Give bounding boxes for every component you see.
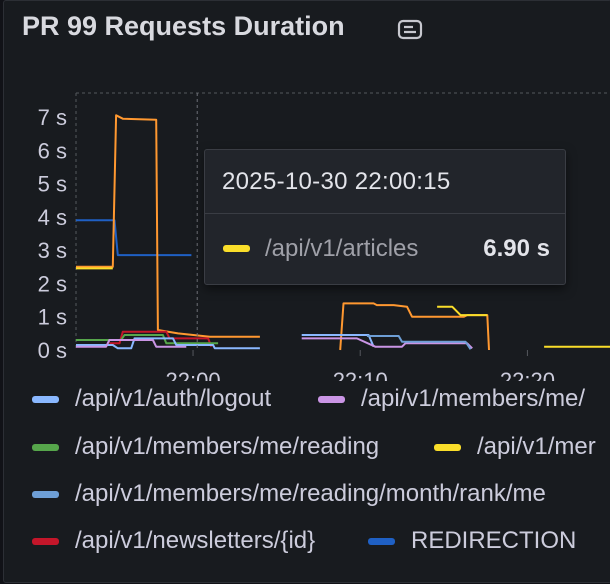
legend-swatch <box>434 443 461 451</box>
y-tick-label: 6 s <box>38 138 67 163</box>
tooltip-series-swatch <box>223 245 250 252</box>
legend-swatch <box>32 443 59 451</box>
y-tick-label: 1 s <box>38 305 67 330</box>
y-tick-label: 7 s <box>38 105 67 130</box>
legend-item[interactable]: /api/v1/members/me/reading <box>32 433 379 461</box>
legend-label: REDIRECTION <box>411 527 577 554</box>
legend-swatch <box>32 490 59 498</box>
y-tick-label: 2 s <box>38 271 67 296</box>
series-line-0 <box>76 219 192 257</box>
legend-item[interactable]: /api/v1/mer <box>434 433 596 461</box>
hover-tooltip: 2025-10-30 22:00:15 /api/v1/articles 6.9… <box>204 149 566 285</box>
tooltip-timestamp: 2025-10-30 22:00:15 <box>222 168 451 195</box>
y-tick-label: 0 s <box>38 338 67 363</box>
legend-item[interactable]: /api/v1/auth/logout <box>32 385 271 413</box>
tooltip-series-value: 6.90 s <box>483 235 550 262</box>
chart-panel: PR 99 Requests Duration 0 s1 s2 s3 s4 s5… <box>3 0 610 583</box>
legend-label: /api/v1/auth/logout <box>75 385 272 412</box>
legend-item[interactable]: /api/v1/newsletters/{id} <box>32 527 315 555</box>
legend-item[interactable]: REDIRECTION <box>368 527 576 555</box>
y-tick-label: 3 s <box>38 238 67 263</box>
x-tick-label: 22:00 <box>166 368 221 381</box>
chart-legend: /api/v1/auth/logout/api/v1/members/me/ /a… <box>4 381 610 581</box>
x-tick-label: 22:20 <box>500 368 555 381</box>
legend-item[interactable]: /api/v1/members/me/ <box>318 385 585 413</box>
series-line-6 <box>76 337 473 350</box>
legend-swatch <box>368 537 395 545</box>
legend-label: /api/v1/members/me/reading/month/rank/me <box>75 480 546 507</box>
legend-label: /api/v1/members/me/ <box>361 385 586 412</box>
x-tick-label: 22:10 <box>333 368 388 381</box>
legend-label: /api/v1/newsletters/{id} <box>75 527 316 554</box>
legend-swatch <box>318 395 345 403</box>
y-tick-label: 5 s <box>38 172 67 197</box>
tooltip-series-name: /api/v1/articles <box>265 235 419 262</box>
legend-item[interactable]: /api/v1/members/me/reading/month/rank/me <box>32 480 546 508</box>
legend-swatch <box>32 537 59 545</box>
legend-swatch <box>32 395 59 403</box>
y-tick-label: 4 s <box>38 205 67 230</box>
legend-label: /api/v1/mer <box>477 433 596 460</box>
legend-label: /api/v1/members/me/reading <box>75 433 380 460</box>
tooltip-divider <box>205 213 565 214</box>
